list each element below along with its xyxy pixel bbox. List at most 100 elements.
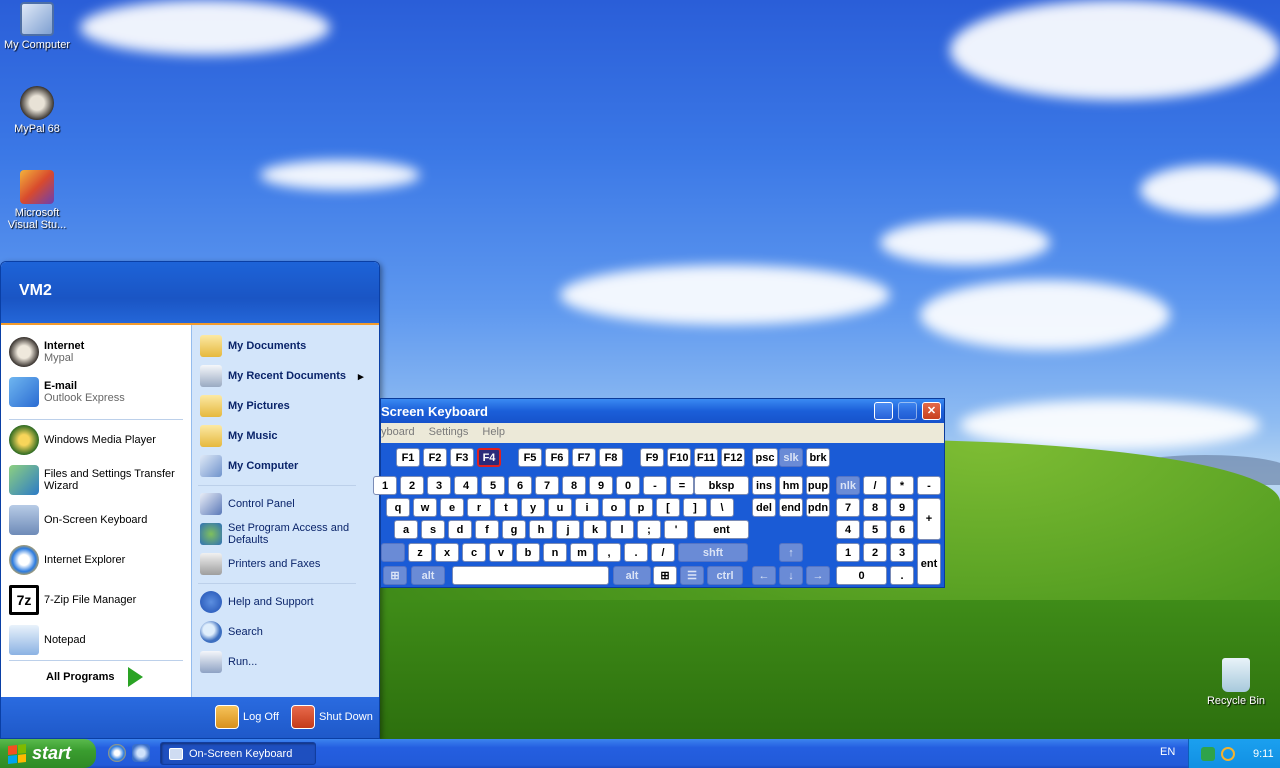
key-row4-8[interactable]: . bbox=[624, 543, 648, 562]
search-icon[interactable] bbox=[1221, 746, 1235, 761]
key-f5[interactable]: F5 bbox=[518, 448, 542, 467]
key-row2-3[interactable]: r bbox=[467, 498, 491, 517]
recent-files-settings-transfer[interactable]: Files and Settings Transfer Wizard bbox=[9, 465, 179, 495]
key-num7[interactable]: 7 bbox=[836, 498, 860, 517]
key-win-left[interactable]: ⊞ bbox=[383, 566, 407, 585]
key-win-right[interactable]: ⊞ bbox=[653, 566, 677, 585]
key-alt-right[interactable]: alt bbox=[613, 566, 651, 585]
key-num0[interactable]: 0 bbox=[836, 566, 887, 585]
key-row2-4[interactable]: t bbox=[494, 498, 518, 517]
key-num3[interactable]: 3 bbox=[890, 543, 914, 562]
key-row2-6[interactable]: u bbox=[548, 498, 572, 517]
key-f4[interactable]: F4 bbox=[477, 448, 501, 467]
key-ins[interactable]: ins bbox=[752, 476, 776, 495]
key-shift-right[interactable]: shft bbox=[678, 543, 748, 562]
key-row3-2[interactable]: d bbox=[448, 520, 472, 539]
internet-explorer-icon[interactable] bbox=[108, 744, 126, 762]
key-row3-1[interactable]: s bbox=[421, 520, 445, 539]
key-num1-0[interactable]: nlk bbox=[836, 476, 860, 495]
help-support-item[interactable]: Help and Support bbox=[200, 591, 314, 613]
key-left[interactable]: ← bbox=[752, 566, 776, 585]
key-row4-3[interactable]: v bbox=[489, 543, 513, 562]
key-row2-11[interactable]: ] bbox=[683, 498, 707, 517]
key-row2-9[interactable]: p bbox=[629, 498, 653, 517]
my-documents-item[interactable]: My Documents bbox=[200, 335, 306, 357]
key-row3-8[interactable]: l bbox=[610, 520, 634, 539]
key-num-dot[interactable]: . bbox=[890, 566, 914, 585]
set-program-access-item[interactable]: Set Program Access and Defaults bbox=[200, 522, 368, 546]
key-row3-9[interactable]: ; bbox=[637, 520, 661, 539]
menu-keyboard[interactable]: yboard bbox=[381, 426, 415, 443]
key-row4-4[interactable]: b bbox=[516, 543, 540, 562]
key-num1-3[interactable]: - bbox=[917, 476, 941, 495]
key-f3[interactable]: F3 bbox=[450, 448, 474, 467]
key-f12[interactable]: F12 bbox=[721, 448, 745, 467]
key-pup[interactable]: pup bbox=[806, 476, 830, 495]
key-num5[interactable]: 5 bbox=[863, 520, 887, 539]
key-hm[interactable]: hm bbox=[779, 476, 803, 495]
key-up[interactable]: ↑ bbox=[779, 543, 803, 562]
key-row2-8[interactable]: o bbox=[602, 498, 626, 517]
key-row4-6[interactable]: m bbox=[570, 543, 594, 562]
key-num6[interactable]: 6 bbox=[890, 520, 914, 539]
key-f9[interactable]: F9 bbox=[640, 448, 664, 467]
printers-faxes-item[interactable]: Printers and Faxes bbox=[200, 553, 320, 575]
recent-7zip[interactable]: 7z 7-Zip File Manager bbox=[9, 585, 136, 615]
key-down[interactable]: ↓ bbox=[779, 566, 803, 585]
key-enter[interactable]: ent bbox=[694, 520, 749, 539]
control-panel-item[interactable]: Control Panel bbox=[200, 493, 295, 515]
key-f2[interactable]: F2 bbox=[423, 448, 447, 467]
key-row1-4[interactable]: 5 bbox=[481, 476, 505, 495]
key-row2-0[interactable]: q bbox=[386, 498, 410, 517]
key-f10[interactable]: F10 bbox=[667, 448, 691, 467]
key-right[interactable]: → bbox=[806, 566, 830, 585]
key-menu[interactable]: ☰ bbox=[680, 566, 704, 585]
key-num-enter[interactable]: ent bbox=[917, 543, 941, 585]
key-f7[interactable]: F7 bbox=[572, 448, 596, 467]
recent-internet-explorer[interactable]: Internet Explorer bbox=[9, 545, 125, 575]
recent-notepad[interactable]: Notepad bbox=[9, 625, 86, 655]
key-alt-left[interactable]: alt bbox=[411, 566, 445, 585]
key-row3-3[interactable]: f bbox=[475, 520, 499, 539]
outlook-express-icon[interactable] bbox=[132, 744, 150, 762]
key-num1-1[interactable]: / bbox=[863, 476, 887, 495]
key-f11[interactable]: F11 bbox=[694, 448, 718, 467]
key-row1-8[interactable]: 9 bbox=[589, 476, 613, 495]
key-row4-0[interactable]: z bbox=[408, 543, 432, 562]
key-row1-0[interactable]: 1 bbox=[373, 476, 397, 495]
key-row4-7[interactable]: , bbox=[597, 543, 621, 562]
key-row4-1[interactable]: x bbox=[435, 543, 459, 562]
taskbar-item-on-screen-keyboard[interactable]: On-Screen Keyboard bbox=[160, 742, 316, 765]
key-bksp[interactable]: bksp bbox=[694, 476, 749, 495]
recent-on-screen-keyboard[interactable]: On-Screen Keyboard bbox=[9, 505, 147, 535]
key-psc[interactable]: psc bbox=[752, 448, 778, 467]
key-row3-6[interactable]: j bbox=[556, 520, 580, 539]
start-button[interactable]: start bbox=[0, 739, 96, 768]
desktop-icon-recycle-bin[interactable]: Recycle Bin bbox=[1199, 658, 1273, 707]
key-row2-1[interactable]: w bbox=[413, 498, 437, 517]
key-row1-5[interactable]: 6 bbox=[508, 476, 532, 495]
key-row3-7[interactable]: k bbox=[583, 520, 607, 539]
recent-windows-media-player[interactable]: Windows Media Player bbox=[9, 425, 156, 455]
key-row2-12[interactable]: \ bbox=[710, 498, 734, 517]
menu-settings[interactable]: Settings bbox=[429, 426, 469, 443]
key-row3-10[interactable]: ' bbox=[664, 520, 688, 539]
log-off-button[interactable]: Log Off bbox=[215, 705, 279, 729]
key-del[interactable]: del bbox=[752, 498, 776, 517]
desktop-icon-mypal[interactable]: MyPal 68 bbox=[0, 86, 74, 135]
key-row4-2[interactable]: c bbox=[462, 543, 486, 562]
run-item[interactable]: Run... bbox=[200, 651, 257, 673]
my-pictures-item[interactable]: My Pictures bbox=[200, 395, 290, 417]
minimize-button[interactable] bbox=[874, 402, 893, 420]
key-num8[interactable]: 8 bbox=[863, 498, 887, 517]
key-row1-2[interactable]: 3 bbox=[427, 476, 451, 495]
key-row2-2[interactable]: e bbox=[440, 498, 464, 517]
key-num1[interactable]: 1 bbox=[836, 543, 860, 562]
network-icon[interactable] bbox=[1201, 746, 1215, 761]
pinned-email[interactable]: E-mail Outlook Express bbox=[9, 377, 125, 407]
key-row3-0[interactable]: a bbox=[394, 520, 418, 539]
key-f8[interactable]: F8 bbox=[599, 448, 623, 467]
key-row3-4[interactable]: g bbox=[502, 520, 526, 539]
desktop-icon-visual-studio[interactable]: Microsoft Visual Stu... bbox=[0, 170, 74, 231]
key-row1-3[interactable]: 4 bbox=[454, 476, 478, 495]
